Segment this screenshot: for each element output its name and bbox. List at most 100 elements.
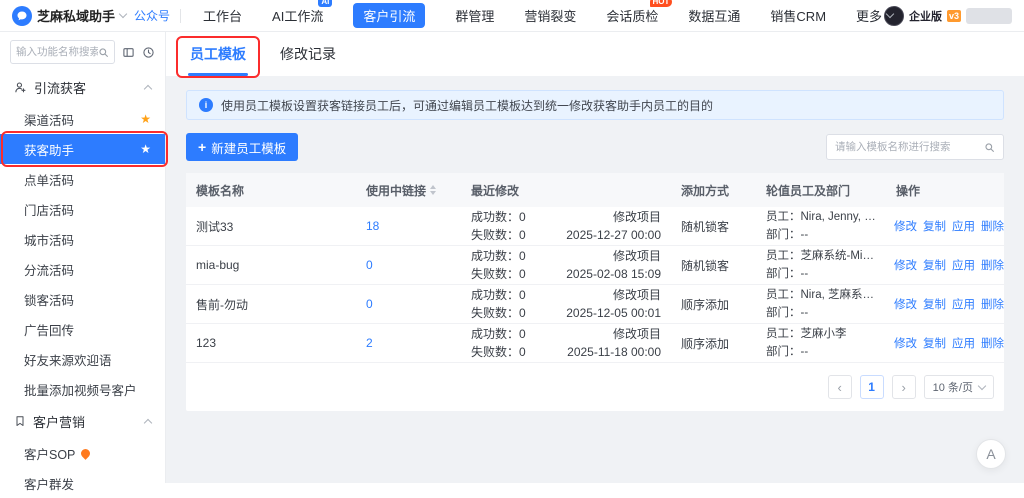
staff-dept: 部门：-- (766, 228, 809, 241)
sidebar-item-lock-qrcode[interactable]: 锁客活码 (0, 284, 165, 314)
sidebar-item-customer-sop[interactable]: 客户SOP (0, 438, 165, 468)
floating-assistant-button[interactable]: A (976, 439, 1006, 469)
apply-action[interactable]: 应用 (952, 257, 975, 273)
staff-names: 员工：芝麻系统-Mia, 慧红... (766, 250, 876, 263)
sidebar-item-ad-callback[interactable]: 广告回传 (0, 314, 165, 344)
next-page-button[interactable]: › (891, 375, 916, 399)
tab-employee-template[interactable]: 员工模板 (176, 36, 260, 78)
table-row: 售前-勿动 0 成功数：0 失败数：0 修改项目 2025-12-05 00:0… (186, 285, 1004, 324)
table-row: 123 2 成功数：0 失败数：0 修改项目 2025-11-18 00:00 (186, 324, 1004, 363)
chevron-up-icon (143, 84, 153, 93)
delete-action[interactable]: 删除 (981, 296, 1004, 312)
staff-names: 员工：Nira, Jenny, 芝麻... (766, 211, 876, 224)
redacted-username (966, 7, 1012, 24)
nav-item-workbench[interactable]: 工作台 (203, 3, 242, 28)
edit-action[interactable]: 修改 (894, 257, 917, 273)
star-icon[interactable]: ★ (140, 113, 151, 125)
main-area: 员工模板 修改记录 i 使用员工模板设置获客链接员工后，可通过编辑员工模板达到统… (166, 32, 1024, 483)
change-type: 修改项目 (612, 248, 661, 263)
sidebar-item-customer-broadcast[interactable]: 客户群发 (0, 468, 165, 498)
fail-count: 失败数：0 (471, 344, 526, 359)
copy-action[interactable]: 复制 (923, 296, 946, 312)
history-icon[interactable] (142, 46, 155, 59)
delete-action[interactable]: 删除 (981, 218, 1004, 234)
staff-names: 员工：芝麻小李 (766, 328, 847, 341)
fail-count: 失败数：0 (471, 266, 526, 281)
brand[interactable]: 芝麻私域助手 (12, 5, 128, 26)
sidebar-item-store-qrcode[interactable]: 门店活码 (0, 194, 165, 224)
chevron-down-icon (118, 9, 128, 19)
nav-item-label: AI工作流 (272, 9, 324, 24)
links-count-link[interactable]: 2 (366, 336, 373, 350)
fail-count: 失败数：0 (471, 227, 526, 242)
chevron-down-icon (977, 381, 987, 390)
change-time: 2025-02-08 15:09 (566, 266, 661, 281)
info-icon: i (199, 98, 213, 112)
template-search[interactable] (826, 134, 1004, 160)
links-count-link[interactable]: 0 (366, 258, 373, 272)
nav-item-more[interactable]: 更多 (856, 3, 895, 28)
content-area: i 使用员工模板设置获客链接员工后，可通过编辑员工模板达到统一修改获客助手内员工… (166, 76, 1024, 483)
delete-action[interactable]: 删除 (981, 335, 1004, 351)
edit-action[interactable]: 修改 (894, 218, 917, 234)
col-links-in-use[interactable]: 使用中链接 (356, 182, 461, 199)
edit-action[interactable]: 修改 (894, 296, 917, 312)
page-layout: 引流获客 渠道活码 ★ 获客助手 ★ 点单活码 门店活码 城市活码 分流活码 锁… (0, 32, 1024, 492)
create-template-label: 新建员工模板 (211, 141, 287, 156)
sidebar-item-friend-source-welcome[interactable]: 好友来源欢迎语 (0, 344, 165, 374)
nav-item-sales-crm[interactable]: 销售CRM (770, 3, 826, 28)
search-icon (98, 47, 109, 58)
links-count-link[interactable]: 0 (366, 297, 373, 311)
nav-item-ai-workflow[interactable]: AI工作流 AI (272, 0, 333, 28)
template-search-input[interactable] (835, 141, 978, 153)
section-title-acquisition[interactable]: 引流获客 (0, 70, 165, 104)
sidebar-item-split-qrcode[interactable]: 分流活码 (0, 254, 165, 284)
nav-item-customer-acquisition[interactable]: 客户引流 (353, 3, 426, 28)
staff-dept: 部门：-- (766, 306, 809, 319)
user-area[interactable]: 企业版 v3 (883, 5, 1012, 26)
apply-action[interactable]: 应用 (952, 296, 975, 312)
table-row: mia-bug 0 成功数：0 失败数：0 修改项目 2025-02-08 15… (186, 246, 1004, 285)
add-method: 顺序添加 (681, 336, 730, 351)
search-icon (984, 142, 995, 153)
sidebar-item-acquisition-assistant[interactable]: 获客助手 ★ (0, 131, 168, 167)
nav-item-data-exchange[interactable]: 数据互通 (688, 3, 740, 28)
tab-label: 员工模板 (190, 46, 246, 62)
copy-action[interactable]: 复制 (923, 218, 946, 234)
chevron-down-icon (885, 9, 895, 19)
staff-dept: 部门：-- (766, 345, 809, 358)
star-icon[interactable]: ★ (140, 143, 151, 155)
copy-action[interactable]: 复制 (923, 335, 946, 351)
section-title-marketing[interactable]: 客户营销 (0, 404, 165, 438)
top-navbar: 芝麻私域助手 公众号 工作台 AI工作流 AI 客户引流 群管理 营销裂变 会话… (0, 0, 1024, 32)
links-count-link[interactable]: 18 (366, 219, 379, 233)
add-method: 随机锁客 (681, 258, 730, 273)
create-template-button[interactable]: + 新建员工模板 (186, 133, 299, 161)
tab-modification-records[interactable]: 修改记录 (278, 44, 338, 76)
nav-item-chat-inspection[interactable]: 会话质检 HOT (606, 0, 673, 28)
copy-action[interactable]: 复制 (923, 257, 946, 273)
apply-action[interactable]: 应用 (952, 335, 975, 351)
plus-icon: + (198, 139, 207, 155)
nav-item-marketing-fission[interactable]: 营销裂变 (524, 3, 576, 28)
sidebar-search-input[interactable] (16, 46, 98, 58)
prev-page-button[interactable]: ‹ (827, 375, 852, 399)
sidebar-item-batch-add-video-customers[interactable]: 批量添加视频号客户 (0, 374, 165, 404)
sidebar-item-order-qrcode[interactable]: 点单活码 (0, 164, 165, 194)
panel-toggle-icon[interactable] (122, 46, 135, 59)
hot-badge: HOT (649, 0, 673, 7)
sort-icon[interactable] (430, 185, 437, 195)
nav-item-group-management[interactable]: 群管理 (455, 3, 494, 28)
delete-action[interactable]: 删除 (981, 257, 1004, 273)
bookmark-icon (14, 415, 26, 427)
edit-action[interactable]: 修改 (894, 335, 917, 351)
page-number-button[interactable]: 1 (859, 375, 884, 399)
sidebar-item-channel-qrcode[interactable]: 渠道活码 ★ (0, 104, 165, 134)
sidebar-item-label: 客户SOP (24, 447, 76, 462)
account-type-link[interactable]: 公众号 (134, 7, 170, 24)
divider (180, 8, 182, 23)
sidebar-search[interactable] (10, 40, 115, 64)
apply-action[interactable]: 应用 (952, 218, 975, 234)
sidebar-item-city-qrcode[interactable]: 城市活码 (0, 224, 165, 254)
page-size-select[interactable]: 10 条/页 (923, 375, 994, 399)
